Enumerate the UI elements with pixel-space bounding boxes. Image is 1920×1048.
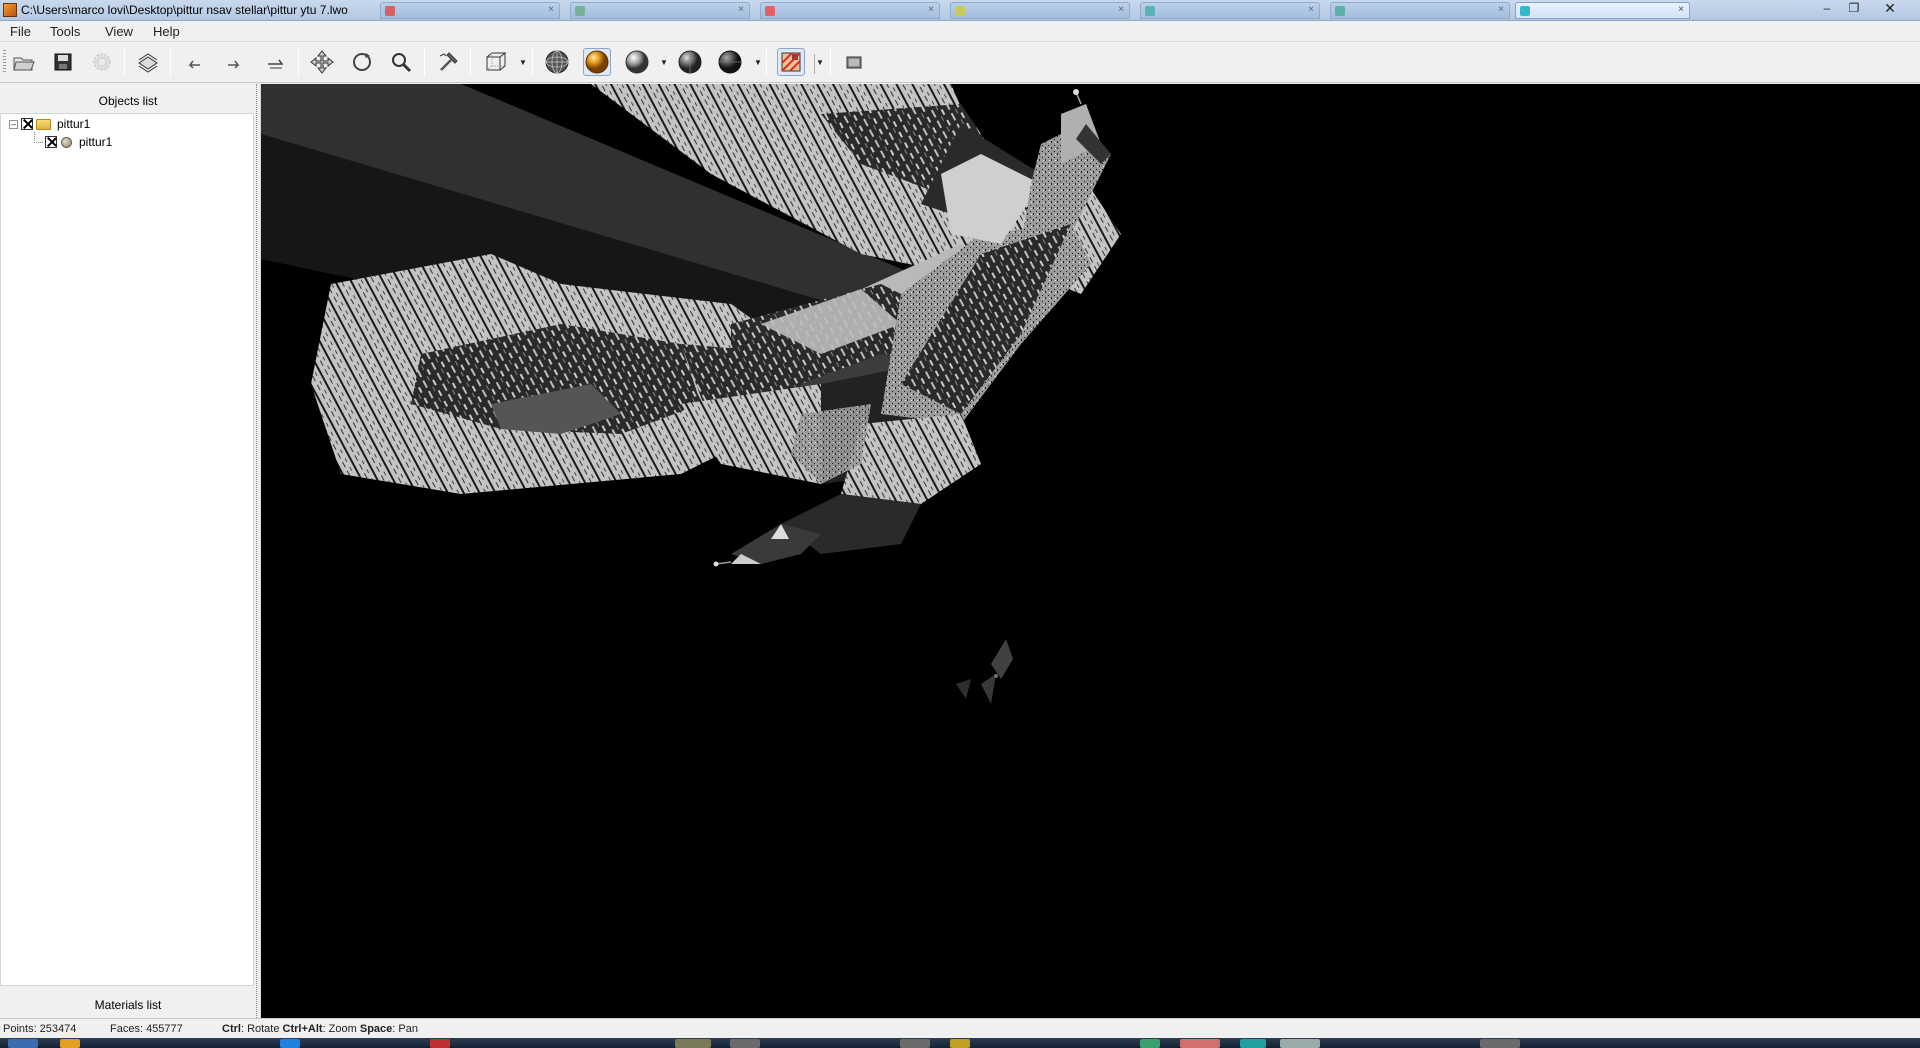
dropdown-arrow-icon[interactable]: ▼ bbox=[660, 59, 668, 67]
title-bar: C:\Users\marco lovi\Desktop\pittur nsav … bbox=[0, 0, 1920, 21]
taskbar-app-icon[interactable] bbox=[1480, 1039, 1520, 1048]
controls-hint: Ctrl: Rotate Ctrl+Alt: Zoom Space: Pan bbox=[222, 1023, 418, 1035]
status-bar: Points: 253474 Faces: 455777 Ctrl: Rotat… bbox=[0, 1018, 1920, 1038]
taskbar-app-icon[interactable] bbox=[675, 1039, 711, 1048]
hint-key: Ctrl bbox=[222, 1023, 241, 1035]
print-icon[interactable] bbox=[134, 48, 162, 76]
dark-sphere-icon[interactable] bbox=[716, 48, 744, 76]
folder-icon bbox=[36, 118, 51, 130]
move-icon[interactable] bbox=[308, 48, 336, 76]
taskbar-app-icon[interactable] bbox=[900, 1039, 930, 1048]
hint-action: : Pan bbox=[392, 1023, 418, 1035]
toolbar-separator bbox=[298, 48, 299, 76]
wireframe-box-icon[interactable] bbox=[482, 48, 510, 76]
maximize-icon[interactable]: ❐ bbox=[1843, 1, 1865, 17]
taskbar-app-icon[interactable] bbox=[280, 1039, 300, 1048]
zoom-icon[interactable] bbox=[387, 48, 415, 76]
3d-viewport[interactable] bbox=[261, 84, 1920, 1018]
taskbar-app-icon[interactable] bbox=[1240, 1039, 1266, 1048]
shaded-sphere-icon[interactable] bbox=[583, 48, 611, 76]
taskbar-app-icon[interactable] bbox=[730, 1039, 760, 1048]
materials-list-header: Materials list bbox=[94, 998, 162, 1012]
visibility-checkbox[interactable] bbox=[21, 118, 33, 130]
objects-list-header: Objects list bbox=[98, 94, 158, 108]
hint-key: Space bbox=[359, 1023, 393, 1035]
toolbar-separator bbox=[532, 48, 533, 76]
background-tab: × bbox=[950, 2, 1130, 19]
background-tab: × bbox=[380, 2, 560, 19]
toolbar-separator bbox=[424, 48, 425, 76]
toolbar-separator bbox=[170, 48, 171, 76]
flat-sphere-icon[interactable] bbox=[676, 48, 704, 76]
save-icon[interactable] bbox=[49, 48, 77, 76]
menu-tools[interactable]: Tools bbox=[50, 24, 80, 39]
faces-count: Faces: 455777 bbox=[110, 1023, 183, 1035]
spaceship-model-render bbox=[261, 84, 1121, 704]
tree-item-folder[interactable]: – pittur1 bbox=[9, 116, 90, 132]
tree-item-mesh[interactable]: pittur1 bbox=[45, 134, 112, 150]
hint-key: Ctrl+Alt bbox=[282, 1023, 323, 1035]
dropdown-arrow-icon[interactable]: ▼ bbox=[814, 54, 824, 74]
smooth-sphere-icon[interactable] bbox=[623, 48, 651, 76]
hint-action: : Zoom bbox=[322, 1023, 360, 1035]
toolbar-separator bbox=[766, 48, 767, 76]
menu-bar: File Tools View Help bbox=[0, 21, 1920, 42]
toolbar: ▼ ▼ ▼ ▼ bbox=[0, 42, 1920, 83]
taskbar-app-icon[interactable] bbox=[1280, 1039, 1320, 1048]
render-icon[interactable] bbox=[88, 48, 116, 76]
left-panel: Objects list – pittur1 pittur1 Materials… bbox=[0, 84, 256, 1018]
background-tab: × bbox=[760, 2, 940, 19]
objects-tree: – pittur1 pittur1 bbox=[0, 113, 254, 986]
wireframe-sphere-icon[interactable] bbox=[543, 48, 571, 76]
tree-item-label: pittur1 bbox=[57, 117, 91, 131]
background-tab: × bbox=[1330, 2, 1510, 19]
taskbar-app-icon[interactable] bbox=[430, 1039, 450, 1048]
window-title: C:\Users\marco lovi\Desktop\pittur nsav … bbox=[21, 3, 348, 17]
mesh-sphere-icon bbox=[61, 136, 72, 148]
rotate-icon[interactable] bbox=[348, 48, 376, 76]
menu-file[interactable]: File bbox=[10, 24, 31, 39]
reset-view-icon[interactable] bbox=[262, 48, 290, 76]
toolbar-separator bbox=[124, 48, 125, 76]
hammer-icon[interactable] bbox=[434, 48, 462, 76]
dropdown-arrow-icon[interactable]: ▼ bbox=[754, 59, 762, 67]
toolbar-separator bbox=[470, 48, 471, 76]
start-button[interactable] bbox=[8, 1039, 38, 1048]
screenshot-icon[interactable] bbox=[840, 48, 868, 76]
taskbar-app-icon[interactable] bbox=[1140, 1039, 1160, 1048]
hint-action: : Rotate bbox=[240, 1023, 283, 1035]
redo-icon[interactable] bbox=[220, 48, 248, 76]
undo-icon[interactable] bbox=[180, 48, 208, 76]
app-icon bbox=[3, 3, 17, 17]
dropdown-arrow-icon[interactable]: ▼ bbox=[519, 59, 527, 67]
tree-line bbox=[34, 142, 43, 143]
background-tab: × bbox=[1515, 2, 1690, 19]
points-count: Points: 253474 bbox=[3, 1023, 77, 1035]
toolbar-grip[interactable] bbox=[3, 50, 6, 74]
tree-item-label: pittur1 bbox=[79, 135, 113, 149]
background-tab: × bbox=[1140, 2, 1320, 19]
texture-icon[interactable] bbox=[777, 48, 805, 76]
menu-help[interactable]: Help bbox=[153, 24, 180, 39]
minimize-icon[interactable]: – bbox=[1816, 1, 1838, 17]
background-tab: × bbox=[570, 2, 750, 19]
taskbar-app-icon[interactable] bbox=[60, 1039, 80, 1048]
close-icon[interactable]: ✕ bbox=[1870, 1, 1910, 17]
taskbar-app-icon[interactable] bbox=[950, 1039, 970, 1048]
os-taskbar bbox=[0, 1038, 1920, 1048]
taskbar-app-icon[interactable] bbox=[1180, 1039, 1220, 1048]
toolbar-separator bbox=[830, 48, 831, 76]
menu-view[interactable]: View bbox=[105, 24, 133, 39]
visibility-checkbox[interactable] bbox=[45, 136, 57, 148]
open-icon[interactable] bbox=[10, 48, 38, 76]
collapse-icon[interactable]: – bbox=[9, 119, 18, 129]
